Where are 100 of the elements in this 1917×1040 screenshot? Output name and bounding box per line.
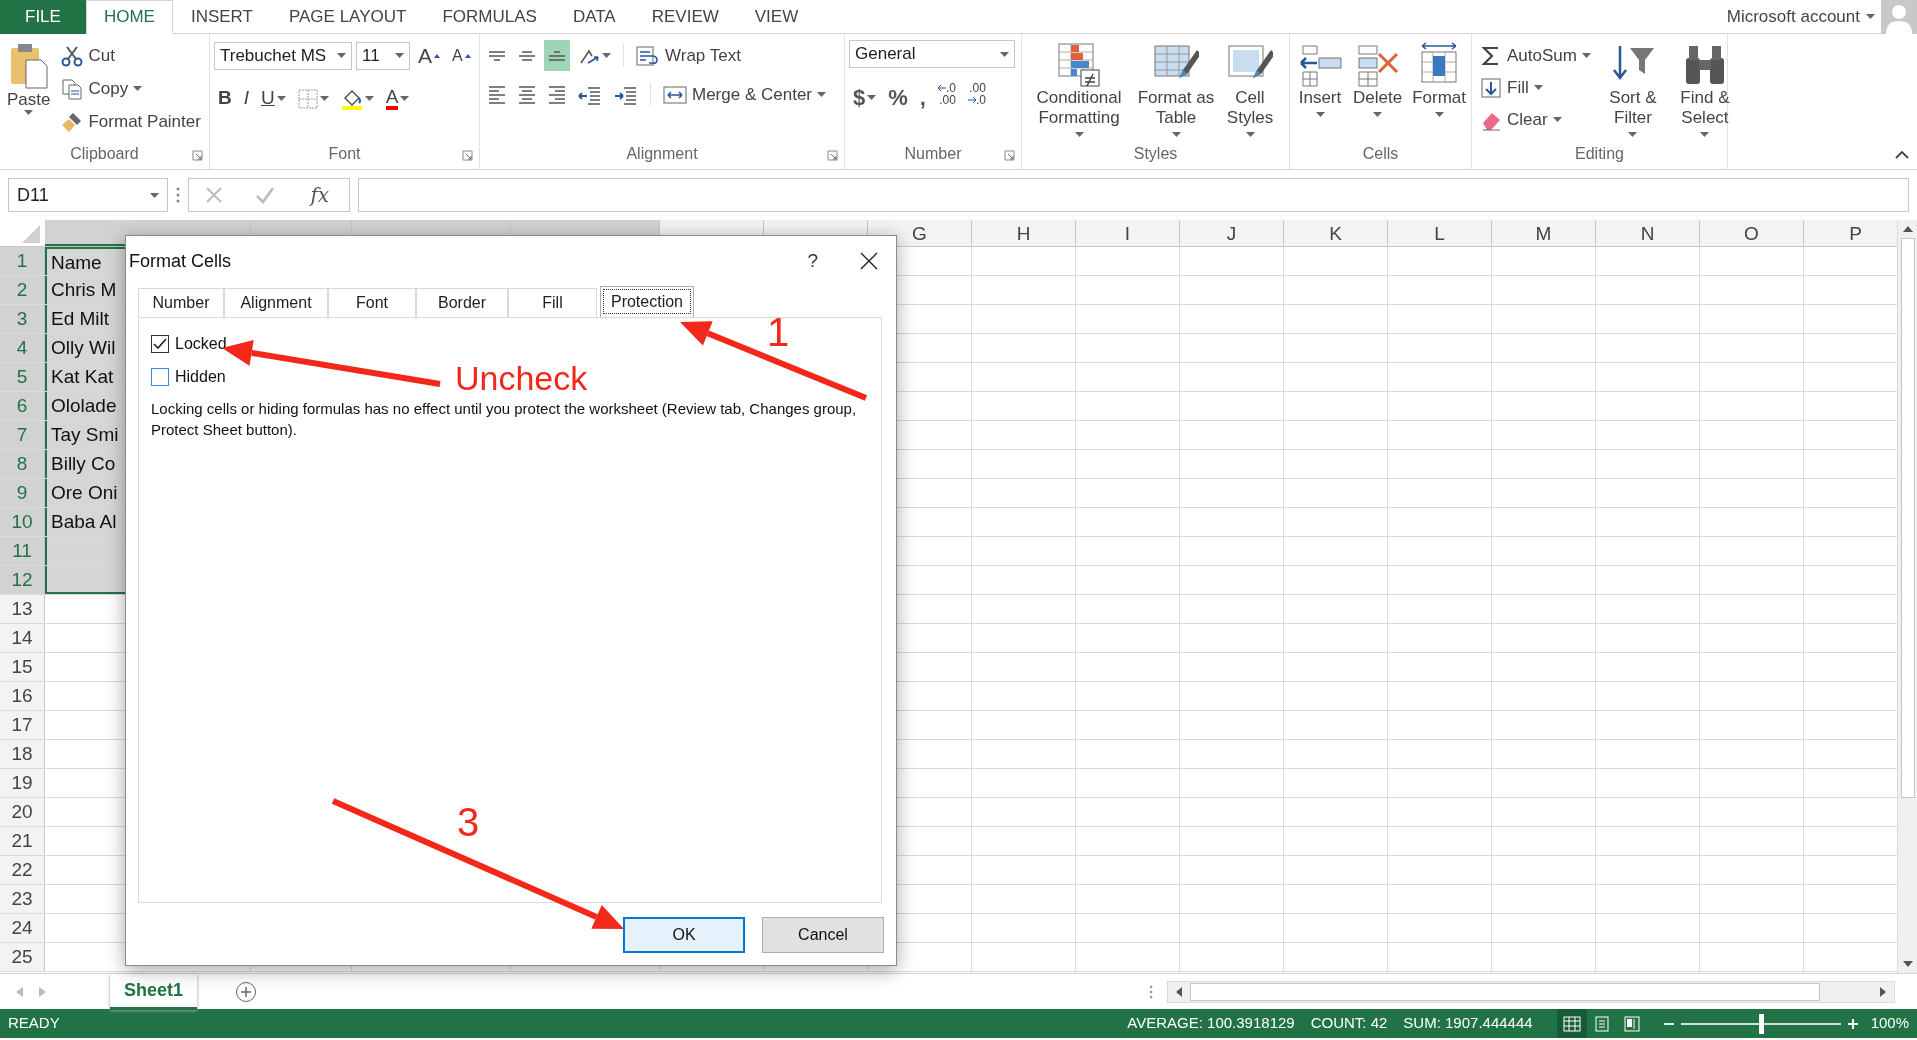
conditional-button[interactable]: Conditional Formatting (1026, 40, 1132, 140)
row-header[interactable]: 18 (0, 740, 45, 768)
row-header[interactable]: 10 (0, 508, 45, 536)
row-header[interactable]: 25 (0, 943, 45, 971)
table-button[interactable]: Format as Table (1132, 40, 1220, 140)
sheet-tab[interactable]: Sheet1 (110, 973, 198, 1010)
merge-center-button[interactable]: Merge & Center (659, 79, 830, 110)
insert-function-button[interactable]: fx (306, 179, 334, 211)
delete-button[interactable]: Delete (1350, 40, 1406, 139)
ribbon-tab[interactable]: REVIEW (633, 0, 737, 34)
ribbon-tab[interactable]: VIEW (736, 0, 817, 34)
number-format-dropdown[interactable]: General (849, 40, 1015, 68)
row-header[interactable]: 6 (0, 392, 45, 420)
zoom-level[interactable]: 100% (1870, 1012, 1909, 1035)
font-name-dropdown[interactable]: Trebuchet MS (214, 41, 352, 70)
row-header[interactable]: 7 (0, 421, 45, 449)
dialog-tab[interactable]: Protection (600, 286, 694, 317)
row-header[interactable]: 19 (0, 769, 45, 797)
name-box[interactable]: D11 (8, 178, 168, 212)
dialog-launcher-icon[interactable] (827, 150, 838, 161)
font-color-button[interactable]: A (381, 83, 414, 114)
row-header[interactable]: 20 (0, 798, 45, 826)
column-header[interactable]: N (1596, 220, 1700, 246)
row-header[interactable]: 13 (0, 595, 45, 623)
format-button[interactable]: Format (1409, 40, 1469, 139)
fill-button[interactable]: Fill (1476, 72, 1595, 103)
underline-button[interactable]: U (257, 83, 290, 114)
row-header[interactable]: 12 (0, 566, 45, 594)
cut-button[interactable]: Cut (57, 40, 205, 71)
column-header[interactable]: P (1804, 220, 1897, 246)
row-header[interactable]: 8 (0, 450, 45, 478)
dialog-launcher-icon[interactable] (192, 150, 203, 161)
row-header[interactable]: 9 (0, 479, 45, 507)
ribbon-tab[interactable]: PAGE LAYOUT (270, 0, 425, 34)
number-style-button[interactable]: % (884, 81, 912, 113)
dialog-tab[interactable]: Font (328, 288, 416, 317)
ok-button[interactable]: OK (623, 917, 745, 953)
bold-button[interactable]: B (214, 83, 236, 114)
row-header[interactable]: 16 (0, 682, 45, 710)
dialog-launcher-icon[interactable] (1004, 150, 1015, 161)
column-header[interactable]: I (1076, 220, 1180, 246)
insert-button[interactable]: Insert (1294, 40, 1346, 139)
grow-font-button[interactable]: A (414, 40, 444, 71)
column-header[interactable]: H (972, 220, 1076, 246)
row-header[interactable]: 14 (0, 624, 45, 652)
copy-button[interactable]: Copy (57, 73, 205, 104)
column-header[interactable]: K (1284, 220, 1388, 246)
increase-decimal-button[interactable]: .0 .00 (933, 80, 960, 114)
ribbon-tab[interactable]: INSERT (172, 0, 271, 34)
italic-button[interactable]: I (239, 83, 253, 114)
file-tab[interactable]: FILE (0, 0, 86, 34)
zoom-in-icon[interactable] (1846, 1017, 1859, 1030)
row-header[interactable]: 17 (0, 711, 45, 739)
decrease-decimal-button[interactable]: .00 .0 (963, 80, 990, 114)
collapse-ribbon-icon[interactable] (1895, 151, 1909, 159)
checkbox-label[interactable]: Locked (175, 332, 227, 356)
painter-button[interactable]: Format Painter (57, 106, 205, 137)
wrap-text-button[interactable]: Wrap Text (632, 40, 745, 71)
formula-input[interactable] (358, 178, 1909, 212)
dialog-tab[interactable]: Number (138, 288, 224, 317)
column-header[interactable]: O (1700, 220, 1804, 246)
row-header[interactable]: 4 (0, 334, 45, 362)
dialog-tab[interactable]: Border (416, 288, 508, 317)
row-header[interactable]: 1 (0, 247, 45, 275)
column-header[interactable]: J (1180, 220, 1284, 246)
row-header[interactable]: 21 (0, 827, 45, 855)
help-button[interactable]: ? (803, 245, 822, 277)
add-sheet-icon[interactable] (235, 980, 258, 1003)
find-button[interactable]: Find & Select (1670, 40, 1739, 140)
checkbox[interactable] (151, 335, 169, 353)
horizontal-scrollbar[interactable] (1167, 980, 1895, 1003)
clear-button[interactable]: Clear (1476, 104, 1595, 135)
number-style-button[interactable]: , (915, 81, 930, 113)
cancel-button[interactable]: Cancel (762, 917, 884, 953)
align-bottom-button[interactable] (544, 40, 570, 71)
row-header[interactable]: 24 (0, 914, 45, 942)
checkbox[interactable] (151, 368, 169, 386)
checkbox-label[interactable]: Hidden (175, 365, 226, 389)
row-header[interactable]: 3 (0, 305, 45, 333)
dialog-tab[interactable]: Alignment (224, 288, 328, 317)
ribbon-tab[interactable]: DATA (554, 0, 634, 34)
row-header[interactable]: 23 (0, 885, 45, 913)
row-header[interactable]: 15 (0, 653, 45, 681)
cellstyles-button[interactable]: Cell Styles (1220, 40, 1280, 140)
ribbon-tab[interactable]: FORMULAS (424, 0, 555, 34)
sort-button[interactable]: Sort & Filter (1598, 40, 1667, 140)
vertical-scrollbar[interactable] (1897, 220, 1917, 973)
row-header[interactable]: 22 (0, 856, 45, 884)
column-header[interactable]: L (1388, 220, 1492, 246)
font-size-dropdown[interactable]: 11 (356, 41, 410, 70)
row-header[interactable]: 2 (0, 276, 45, 304)
number-style-button[interactable]: $ (849, 81, 881, 113)
column-header[interactable]: M (1492, 220, 1596, 246)
dialog-tab[interactable]: Fill (508, 288, 597, 317)
account-name[interactable]: Microsoft account (1726, 3, 1860, 30)
view-button[interactable] (1556, 1009, 1587, 1038)
autosum-button[interactable]: AutoSum (1476, 40, 1595, 71)
zoom-slider-thumb[interactable] (1758, 1013, 1764, 1034)
row-header[interactable]: 5 (0, 363, 45, 391)
paste-button[interactable]: Paste (4, 40, 54, 139)
